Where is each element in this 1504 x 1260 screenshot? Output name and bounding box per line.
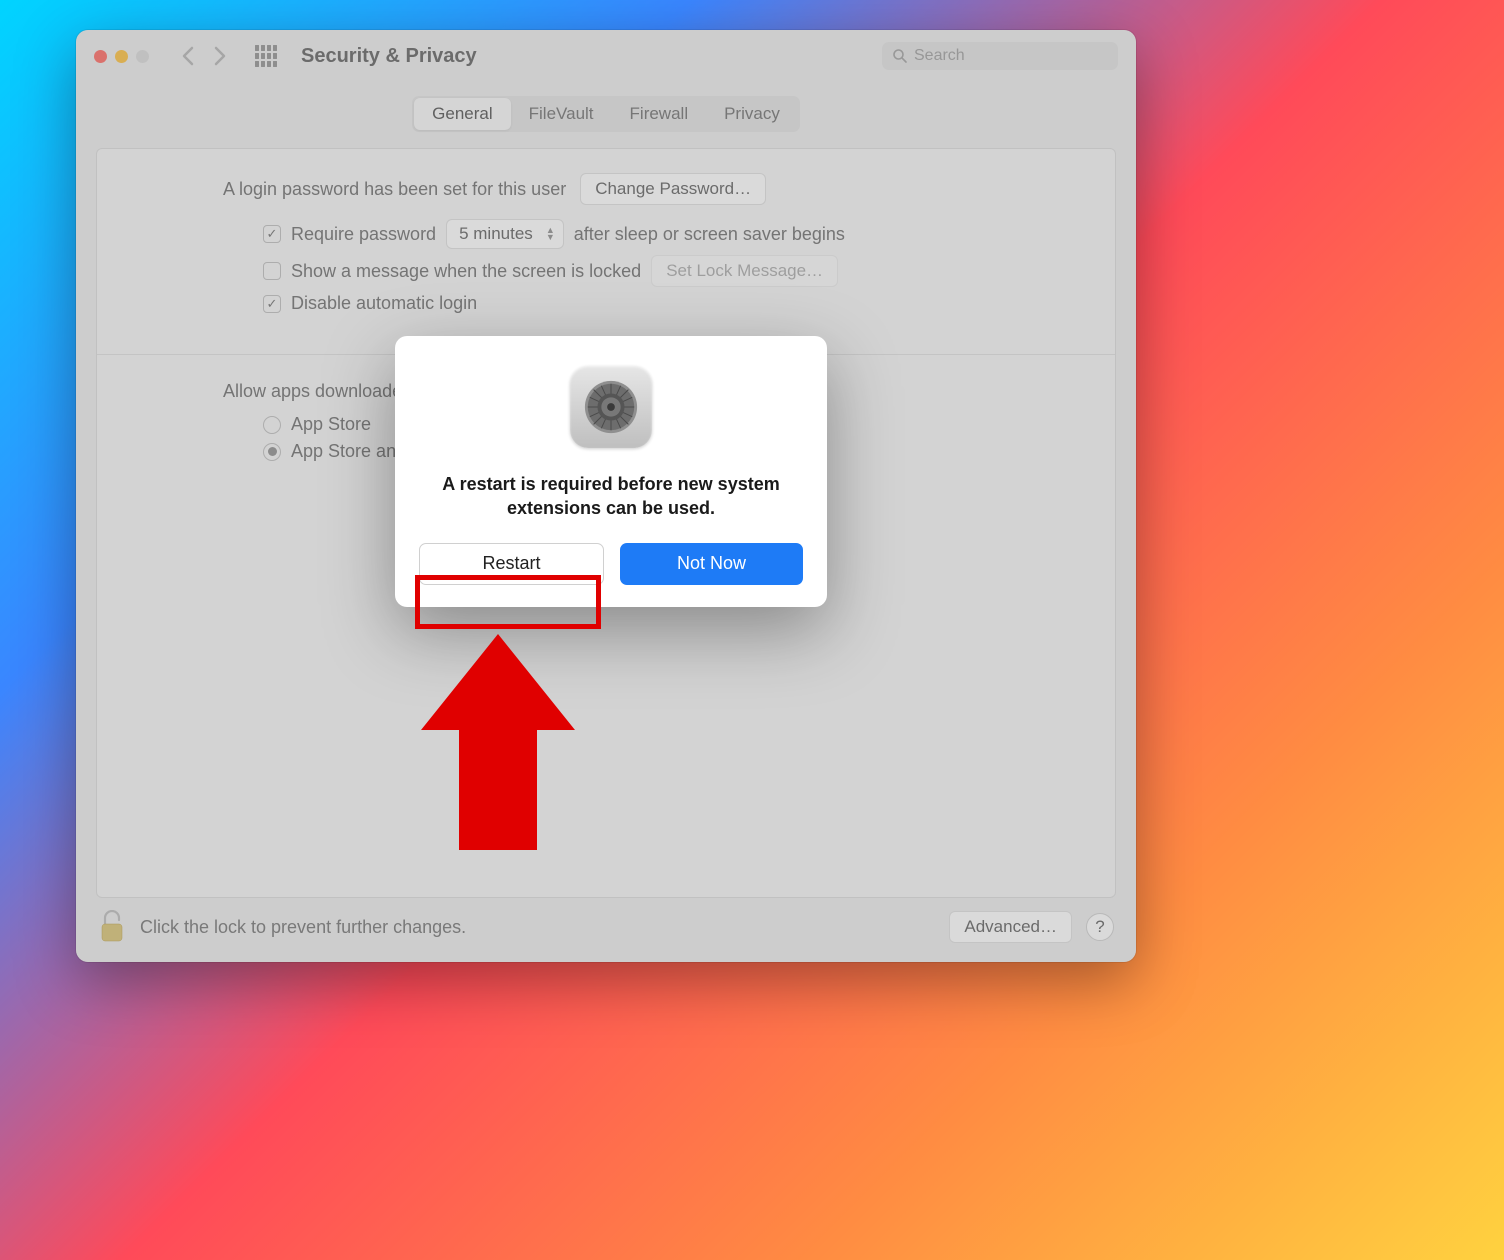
system-preferences-icon (570, 366, 652, 448)
after-sleep-text: after sleep or screen saver begins (574, 224, 845, 245)
chevron-up-down-icon: ▲▼ (546, 227, 555, 241)
search-field-wrap[interactable] (882, 42, 1118, 70)
login-password-text: A login password has been set for this u… (223, 179, 566, 200)
window-title: Security & Privacy (301, 45, 477, 68)
require-password-label: Require password (291, 224, 436, 245)
nav-back-button[interactable] (173, 41, 203, 71)
tab-privacy[interactable]: Privacy (706, 98, 798, 130)
advanced-button[interactable]: Advanced… (949, 911, 1072, 943)
close-window-button[interactable] (94, 50, 107, 63)
lock-icon[interactable] (98, 910, 126, 944)
disable-auto-login-label: Disable automatic login (291, 293, 477, 314)
help-button[interactable]: ? (1086, 913, 1114, 941)
maximize-window-button[interactable] (136, 50, 149, 63)
show-message-label: Show a message when the screen is locked (291, 261, 641, 282)
search-icon (892, 48, 908, 64)
window-controls (94, 50, 149, 63)
nav-forward-button[interactable] (205, 41, 235, 71)
not-now-button[interactable]: Not Now (620, 543, 803, 585)
set-lock-message-button[interactable]: Set Lock Message… (651, 255, 838, 287)
require-password-checkbox[interactable] (263, 225, 281, 243)
app-store-label: App Store (291, 414, 371, 435)
nav-buttons (173, 41, 235, 71)
tab-general[interactable]: General (414, 98, 510, 130)
show-all-button[interactable] (255, 45, 277, 67)
search-input[interactable] (914, 47, 1108, 65)
restart-dialog: A restart is required before new system … (395, 336, 827, 607)
app-store-radio[interactable] (263, 416, 281, 434)
tab-firewall[interactable]: Firewall (612, 98, 707, 130)
dialog-message: A restart is required before new system … (415, 472, 807, 521)
titlebar: Security & Privacy (76, 30, 1136, 82)
restart-button[interactable]: Restart (419, 543, 604, 585)
tab-filevault[interactable]: FileVault (511, 98, 612, 130)
window-footer: Click the lock to prevent further change… (76, 896, 1136, 962)
minimize-window-button[interactable] (115, 50, 128, 63)
require-password-delay-value: 5 minutes (459, 224, 533, 243)
app-store-identified-radio[interactable] (263, 443, 281, 461)
lock-help-text: Click the lock to prevent further change… (140, 917, 935, 938)
change-password-button[interactable]: Change Password… (580, 173, 766, 205)
require-password-delay-select[interactable]: 5 minutes ▲▼ (446, 219, 564, 249)
show-message-checkbox[interactable] (263, 262, 281, 280)
tab-bar: General FileVault Firewall Privacy (76, 82, 1136, 132)
disable-auto-login-checkbox[interactable] (263, 295, 281, 313)
